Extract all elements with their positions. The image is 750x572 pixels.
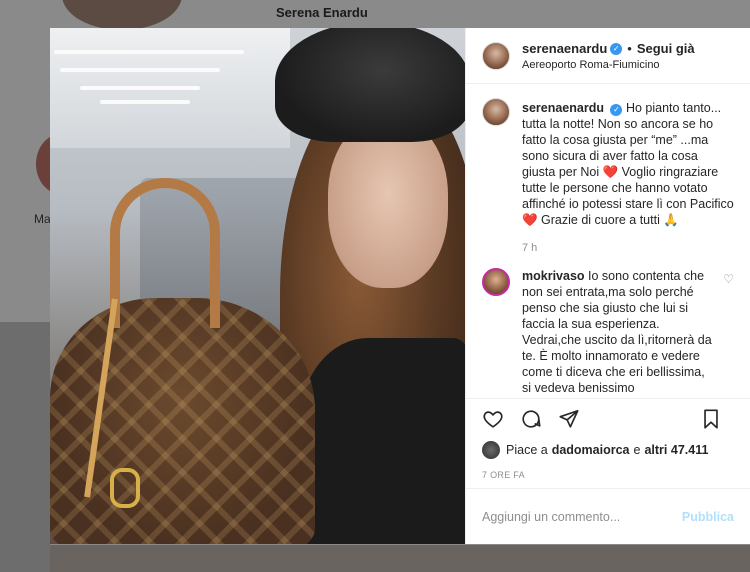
background-profile-name: Serena Enardu — [276, 5, 368, 20]
post-header: serenaenardu ✓ • Segui già Aereoporto Ro… — [466, 28, 750, 84]
follow-button[interactable]: Segui già — [637, 40, 695, 57]
bookmark-icon[interactable] — [700, 408, 722, 430]
pray-emoji-icon: 🙏 — [663, 213, 679, 227]
verified-icon: ✓ — [610, 104, 623, 116]
likes-count[interactable]: altri 47.411 — [644, 443, 708, 457]
commenter-avatar[interactable] — [482, 268, 510, 296]
post-modal: serenaenardu ✓ • Segui già Aereoporto Ro… — [50, 28, 750, 544]
author-avatar[interactable] — [482, 41, 510, 70]
comment-input[interactable] — [482, 509, 682, 524]
post-location[interactable]: Aereoporto Roma-Fiumicino — [522, 59, 695, 71]
post-actions — [466, 398, 750, 438]
caption: serenaenardu ✓ Ho pianto tanto... tutta … — [482, 98, 734, 256]
heart-emoji-icon: ❤️ — [522, 213, 538, 227]
comment-bubble-icon[interactable] — [520, 408, 542, 430]
commenter-username[interactable]: mokrivaso — [522, 269, 585, 283]
share-paper-plane-icon[interactable] — [558, 408, 580, 430]
heart-emoji-icon: ❤️ — [602, 165, 619, 179]
likes-summary: Piace a dadomaiorca e altri 47.411 — [466, 438, 750, 462]
comments-area[interactable]: serenaenardu ✓ Ho pianto tanto... tutta … — [466, 84, 750, 398]
caption-username[interactable]: serenaenardu — [522, 101, 604, 115]
publish-button[interactable]: Pubblica — [682, 510, 734, 524]
like-heart-icon[interactable] — [482, 408, 504, 430]
background-post-tile — [0, 322, 50, 572]
background-story-label: Ma — [34, 212, 51, 226]
author-username[interactable]: serenaenardu — [522, 40, 607, 57]
comment-like-heart-icon[interactable]: ♡ — [723, 272, 734, 286]
post-timestamp[interactable]: 7 ORE FA — [466, 462, 750, 488]
background-profile-avatar — [62, 0, 182, 30]
comment-text: Io sono contenta che non sei entrata,ma … — [522, 269, 712, 395]
caption-time: 7 h — [522, 242, 538, 254]
post-side-panel: serenaenardu ✓ • Segui già Aereoporto Ro… — [465, 28, 750, 544]
background-post-tile — [50, 545, 750, 572]
liker-username[interactable]: dadomaiorca — [552, 443, 630, 457]
separator-dot: • — [627, 41, 632, 56]
comment-item: mokrivaso Io sono contenta che non sei e… — [482, 268, 734, 396]
post-photo[interactable] — [50, 28, 465, 544]
liker-avatar[interactable] — [482, 441, 500, 459]
verified-icon: ✓ — [610, 42, 623, 55]
likes-prefix: Piace a — [506, 443, 548, 457]
likes-conjunction: e — [633, 443, 641, 457]
add-comment-bar: Pubblica — [466, 488, 750, 544]
caption-text-3: Grazie di cuore a tutti — [537, 213, 664, 227]
caption-avatar[interactable] — [482, 98, 510, 126]
